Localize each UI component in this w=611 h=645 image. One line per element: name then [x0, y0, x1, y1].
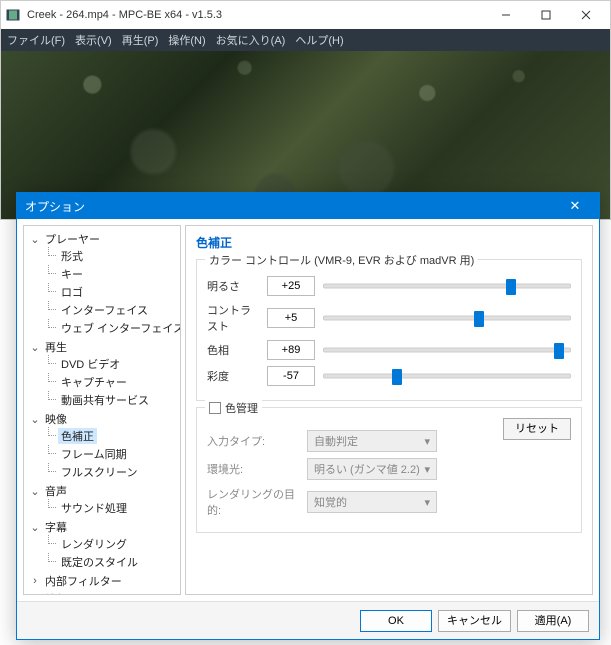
tree-capture[interactable]: キャプチャー: [58, 374, 178, 390]
hue-row: 色相: [207, 340, 571, 360]
reset-button[interactable]: リセット: [503, 418, 571, 440]
tree-web-interface[interactable]: ウェブ インターフェイス: [58, 320, 178, 336]
tree-frame-sync[interactable]: フレーム同期: [58, 446, 178, 462]
chevron-down-icon: ▾: [424, 463, 430, 476]
tree-interface[interactable]: インターフェイス: [58, 302, 178, 318]
panel-title: 色補正: [196, 234, 582, 251]
chevron-down-icon: ▾: [424, 435, 430, 448]
input-type-select: 自動判定▾: [307, 430, 437, 452]
tree-logo[interactable]: ロゴ: [58, 284, 178, 300]
menu-play[interactable]: 再生(P): [122, 32, 159, 48]
tree-dvd[interactable]: DVD ビデオ: [58, 356, 178, 372]
tree-video[interactable]: ⌄映像: [30, 411, 178, 427]
saturation-value[interactable]: [267, 366, 315, 386]
ok-button[interactable]: OK: [360, 610, 432, 632]
caret-down-icon: ⌄: [30, 485, 40, 498]
ambient-select: 明るい (ガンマ値 2.2)▾: [307, 458, 437, 480]
cancel-button[interactable]: キャンセル: [438, 610, 511, 632]
player-title: Creek - 264.mp4 - MPC-BE x64 - v1.5.3: [27, 9, 486, 21]
brightness-slider[interactable]: [323, 276, 571, 296]
brightness-value[interactable]: [267, 276, 315, 296]
options-title: オプション: [25, 198, 559, 215]
tree-default-style[interactable]: 既定のスタイル: [58, 554, 178, 570]
close-button[interactable]: [566, 1, 606, 29]
options-footer: OK キャンセル 適用(A): [17, 601, 599, 639]
caret-right-icon: ›: [30, 575, 40, 587]
hue-value[interactable]: [267, 340, 315, 360]
intent-label: レンダリングの目的:: [207, 486, 299, 518]
saturation-label: 彩度: [207, 368, 259, 384]
contrast-slider[interactable]: [323, 308, 571, 328]
options-dialog: オプション ✕ ⌄プレーヤー 形式 キー ロゴ インターフェイス ウェブ インタ…: [16, 192, 600, 640]
tree-color-correction[interactable]: 色補正: [58, 428, 178, 444]
color-control-legend: カラー コントロール (VMR-9, EVR および madVR 用): [205, 252, 478, 268]
maximize-button[interactable]: [526, 1, 566, 29]
menu-favorites[interactable]: お気に入り(A): [216, 32, 286, 48]
tree-keys[interactable]: キー: [58, 266, 178, 282]
intent-select: 知覚的▾: [307, 491, 437, 513]
minimize-button[interactable]: [486, 1, 526, 29]
menu-navigate[interactable]: 操作(N): [168, 32, 205, 48]
color-management-group: 色管理 リセット 入力タイプ: 自動判定▾ 環境光: 明るい (ガンマ値 2.2…: [196, 407, 582, 533]
options-tree[interactable]: ⌄プレーヤー 形式 キー ロゴ インターフェイス ウェブ インターフェイス ⌄再…: [23, 225, 181, 595]
ambient-label: 環境光:: [207, 461, 299, 477]
player-window: Creek - 264.mp4 - MPC-BE x64 - v1.5.3 ファ…: [0, 0, 611, 220]
tree-rendering[interactable]: レンダリング: [58, 536, 178, 552]
menu-file[interactable]: ファイル(F): [7, 32, 65, 48]
color-management-legend: 色管理: [205, 400, 262, 416]
apply-button[interactable]: 適用(A): [517, 610, 589, 632]
player-titlebar: Creek - 264.mp4 - MPC-BE x64 - v1.5.3: [1, 1, 610, 29]
contrast-label: コントラスト: [207, 302, 259, 334]
color-management-checkbox[interactable]: [209, 402, 221, 414]
tree-sound-processing[interactable]: サウンド処理: [58, 500, 178, 516]
brightness-row: 明るさ: [207, 276, 571, 296]
caret-down-icon: ⌄: [30, 341, 40, 354]
color-control-group: カラー コントロール (VMR-9, EVR および madVR 用) 明るさ …: [196, 259, 582, 401]
hue-label: 色相: [207, 342, 259, 358]
tree-player[interactable]: ⌄プレーヤー: [30, 231, 178, 247]
menu-view[interactable]: 表示(V): [75, 32, 112, 48]
contrast-value[interactable]: [267, 308, 315, 328]
app-icon: [5, 7, 21, 23]
saturation-slider[interactable]: [323, 366, 571, 386]
menu-help[interactable]: ヘルプ(H): [295, 32, 343, 48]
tree-fullscreen[interactable]: フルスクリーン: [58, 464, 178, 480]
contrast-row: コントラスト: [207, 302, 571, 334]
input-type-label: 入力タイプ:: [207, 433, 299, 449]
caret-down-icon: ⌄: [30, 521, 40, 534]
options-close-button[interactable]: ✕: [559, 198, 591, 214]
color-management-label: 色管理: [225, 400, 258, 416]
hue-slider[interactable]: [323, 340, 571, 360]
chevron-down-icon: ▾: [424, 496, 430, 509]
options-panel: 色補正 カラー コントロール (VMR-9, EVR および madVR 用) …: [185, 225, 593, 595]
tree-formats[interactable]: 形式: [58, 248, 178, 264]
caret-down-icon: ⌄: [30, 413, 40, 426]
tree-youtube[interactable]: 動画共有サービス: [58, 392, 178, 408]
saturation-row: 彩度: [207, 366, 571, 386]
tree-subtitles[interactable]: ⌄字幕: [30, 519, 178, 535]
brightness-label: 明るさ: [207, 278, 259, 294]
tree-internal-filters[interactable]: ›内部フィルター: [30, 573, 178, 589]
options-titlebar: オプション ✕: [17, 193, 599, 219]
player-menubar: ファイル(F) 表示(V) 再生(P) 操作(N) お気に入り(A) ヘルプ(H…: [1, 29, 610, 51]
caret-down-icon: ⌄: [30, 233, 40, 246]
caret-down-icon: ⌄: [30, 593, 40, 596]
tree-external-filters[interactable]: ⌄外部フィルター: [30, 591, 178, 595]
tree-playback[interactable]: ⌄再生: [30, 339, 178, 355]
tree-audio[interactable]: ⌄音声: [30, 483, 178, 499]
